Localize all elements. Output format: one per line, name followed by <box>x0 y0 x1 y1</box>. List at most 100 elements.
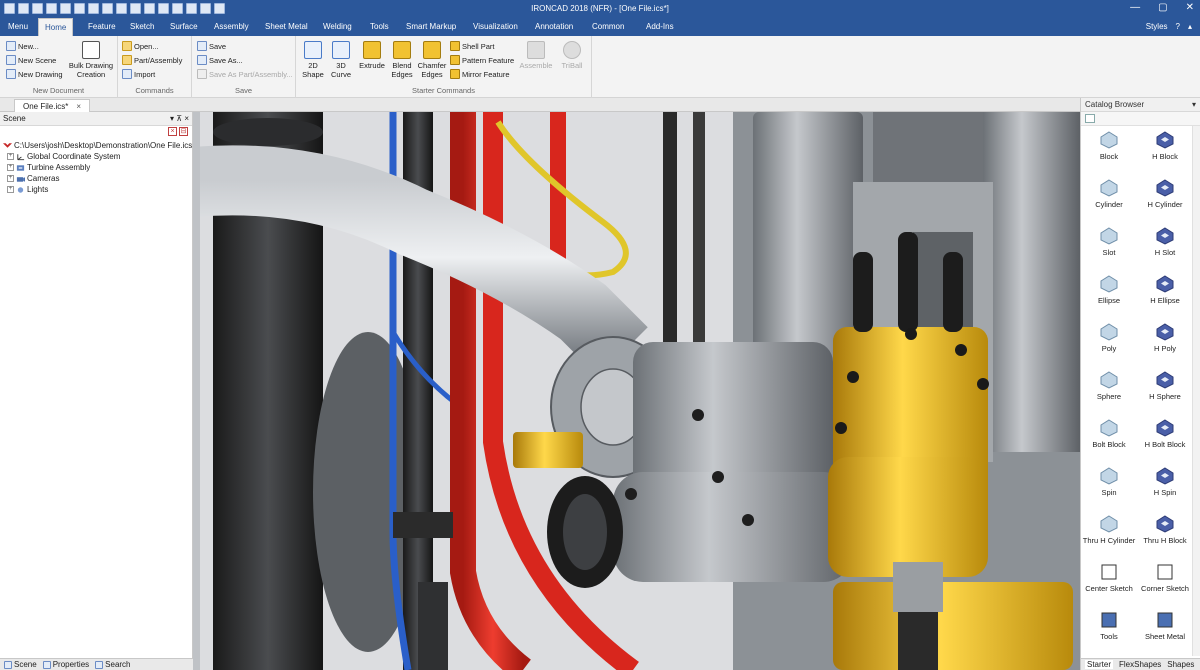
sphere-icon <box>1100 371 1118 389</box>
pattern-icon <box>450 55 460 65</box>
catalog-item[interactable]: Sheet Metal <box>1137 606 1193 654</box>
tab-annotation[interactable]: Annotation <box>535 22 573 31</box>
bulk-drawing-button[interactable]: Bulk Drawing Creation <box>68 41 114 79</box>
3d-viewport[interactable] <box>193 112 1080 670</box>
catalog-menu-icon[interactable]: ▾ <box>1192 100 1196 109</box>
tab-sketch[interactable]: Sketch <box>130 22 154 31</box>
tab-home[interactable]: Home <box>38 18 74 36</box>
catalog-item[interactable]: Bolt Block <box>1081 414 1137 462</box>
expand-icon[interactable]: + <box>7 164 14 171</box>
expand-icon[interactable]: + <box>7 153 14 160</box>
sheet-metal-icon <box>1157 612 1173 628</box>
maximize-icon[interactable]: ▢ <box>1158 2 1167 13</box>
expand-icon[interactable]: + <box>7 175 14 182</box>
scene-browser: Scene ▾ ⊼ × × ⊟ C:\Users\josh\Desktop\De… <box>0 112 193 658</box>
tree-item-lights[interactable]: + Lights <box>3 184 189 195</box>
catalog-item[interactable]: Thru H Cylinder <box>1081 510 1137 558</box>
tree-item-turbine-assembly[interactable]: + Turbine Assembly <box>3 162 189 173</box>
doc-tab-one-file[interactable]: One File.ics* × <box>14 99 91 112</box>
tab-sheet-metal[interactable]: Sheet Metal <box>265 22 308 31</box>
styles-menu[interactable]: Styles <box>1146 22 1168 31</box>
catalog-item[interactable]: H Cylinder <box>1137 174 1193 222</box>
catalog-item[interactable]: H Spin <box>1137 462 1193 510</box>
part-assembly-button[interactable]: Part/Assembly <box>122 55 182 65</box>
catalog-item[interactable]: H Ellipse <box>1137 270 1193 318</box>
tree-item-global-coordinate-system[interactable]: + Global Coordinate System <box>3 151 189 162</box>
tab-shapes[interactable]: Shapes <box>1167 660 1194 669</box>
shape-2d-icon <box>304 41 322 59</box>
catalog-open-icon[interactable] <box>1085 114 1095 123</box>
catalog-item[interactable]: Thru H Block <box>1137 510 1193 558</box>
save-button[interactable]: Save <box>197 41 226 51</box>
catalog-item[interactable]: Ellipse <box>1081 270 1137 318</box>
tab-properties[interactable]: Properties <box>42 660 89 669</box>
catalog-item[interactable]: Cylinder <box>1081 174 1137 222</box>
tab-common[interactable]: Common <box>592 22 624 31</box>
catalog-item[interactable]: Center Sketch <box>1081 558 1137 606</box>
tab-welding[interactable]: Welding <box>323 22 352 31</box>
tab-surface[interactable]: Surface <box>170 22 198 31</box>
catalog-item[interactable]: Block <box>1081 126 1137 174</box>
tab-starter[interactable]: Starter <box>1085 660 1114 669</box>
catalog-item[interactable]: Poly <box>1081 318 1137 366</box>
blend-edges-icon <box>393 41 411 59</box>
catalog-scrollbar[interactable] <box>1192 126 1200 656</box>
tree-root[interactable]: C:\Users\josh\Desktop\Demonstration\One … <box>3 140 192 151</box>
catalog-item[interactable]: Sphere <box>1081 366 1137 414</box>
catalog-item[interactable]: Corner Sketch <box>1137 558 1193 606</box>
save-as-button[interactable]: Save As... <box>197 55 243 65</box>
curve-3d-icon <box>332 41 350 59</box>
tab-add-ins[interactable]: Add-Ins <box>646 22 674 31</box>
tab-smart-markup[interactable]: Smart Markup <box>406 22 456 31</box>
extrude-button[interactable]: Extrude <box>358 41 386 70</box>
blend-edges-button[interactable]: Blend Edges <box>390 41 414 79</box>
collapse-icon[interactable]: × <box>168 127 177 136</box>
close-icon[interactable]: × <box>76 102 81 111</box>
slot-icon <box>1100 227 1118 245</box>
tree-label: Global Coordinate System <box>27 152 121 161</box>
catalog-item[interactable]: H Poly <box>1137 318 1193 366</box>
catalog-item[interactable]: H Sphere <box>1137 366 1193 414</box>
tab-scene[interactable]: Scene <box>4 660 37 669</box>
tab-assembly[interactable]: Assembly <box>214 22 249 31</box>
curve-3d-button[interactable]: 3D Curve <box>329 41 353 79</box>
catalog-item-label: Center Sketch <box>1085 584 1133 593</box>
mirror-feature-button[interactable]: Mirror Feature <box>450 69 510 79</box>
tab-visualization[interactable]: Visualization <box>473 22 518 31</box>
pattern-feature-button[interactable]: Pattern Feature <box>450 55 514 65</box>
close-icon[interactable]: ✕ <box>1186 2 1194 13</box>
new-button[interactable]: New... <box>6 41 39 51</box>
document-tab-bar: One File.ics* × <box>0 98 1080 112</box>
catalog-item-label: Cylinder <box>1095 200 1123 209</box>
tab-menu[interactable]: Menu <box>8 22 28 31</box>
catalog-item[interactable]: Spin <box>1081 462 1137 510</box>
help-icon[interactable]: ? <box>1176 22 1180 31</box>
catalog-item[interactable]: H Slot <box>1137 222 1193 270</box>
new-drawing-button[interactable]: New Drawing <box>6 69 63 79</box>
assemble-button[interactable]: Assemble <box>518 41 554 70</box>
catalog-item[interactable]: H Bolt Block <box>1137 414 1193 462</box>
save-as-part-button[interactable]: Save As Part/Assembly... <box>197 69 293 79</box>
panel-controls[interactable]: ▾ ⊼ × <box>170 114 189 123</box>
assemble-icon <box>527 41 545 59</box>
filter-icon[interactable]: ⊟ <box>179 127 188 136</box>
tab-search[interactable]: Search <box>95 660 131 669</box>
shell-part-button[interactable]: Shell Part <box>450 41 495 51</box>
catalog-item[interactable]: H Block <box>1137 126 1193 174</box>
ribbon-minimize-icon[interactable]: ▴ <box>1188 22 1192 31</box>
tab-tools[interactable]: Tools <box>370 22 389 31</box>
catalog-header: Catalog Browser ▾ <box>1081 98 1200 112</box>
catalog-item[interactable]: Tools <box>1081 606 1137 654</box>
tab-feature[interactable]: Feature <box>88 22 116 31</box>
open-button[interactable]: Open... <box>122 41 159 51</box>
tab-flexshapes[interactable]: FlexShapes <box>1119 660 1161 669</box>
expand-icon[interactable]: + <box>7 186 14 193</box>
tree-item-cameras[interactable]: + Cameras <box>3 173 189 184</box>
shape-2d-button[interactable]: 2D Shape <box>301 41 325 79</box>
new-scene-button[interactable]: New Scene <box>6 55 56 65</box>
minimize-icon[interactable]: — <box>1130 2 1140 13</box>
triball-button[interactable]: TriBall <box>558 41 586 70</box>
catalog-item[interactable]: Slot <box>1081 222 1137 270</box>
import-button[interactable]: Import <box>122 69 155 79</box>
chamfer-edges-button[interactable]: Chamfer Edges <box>418 41 446 79</box>
